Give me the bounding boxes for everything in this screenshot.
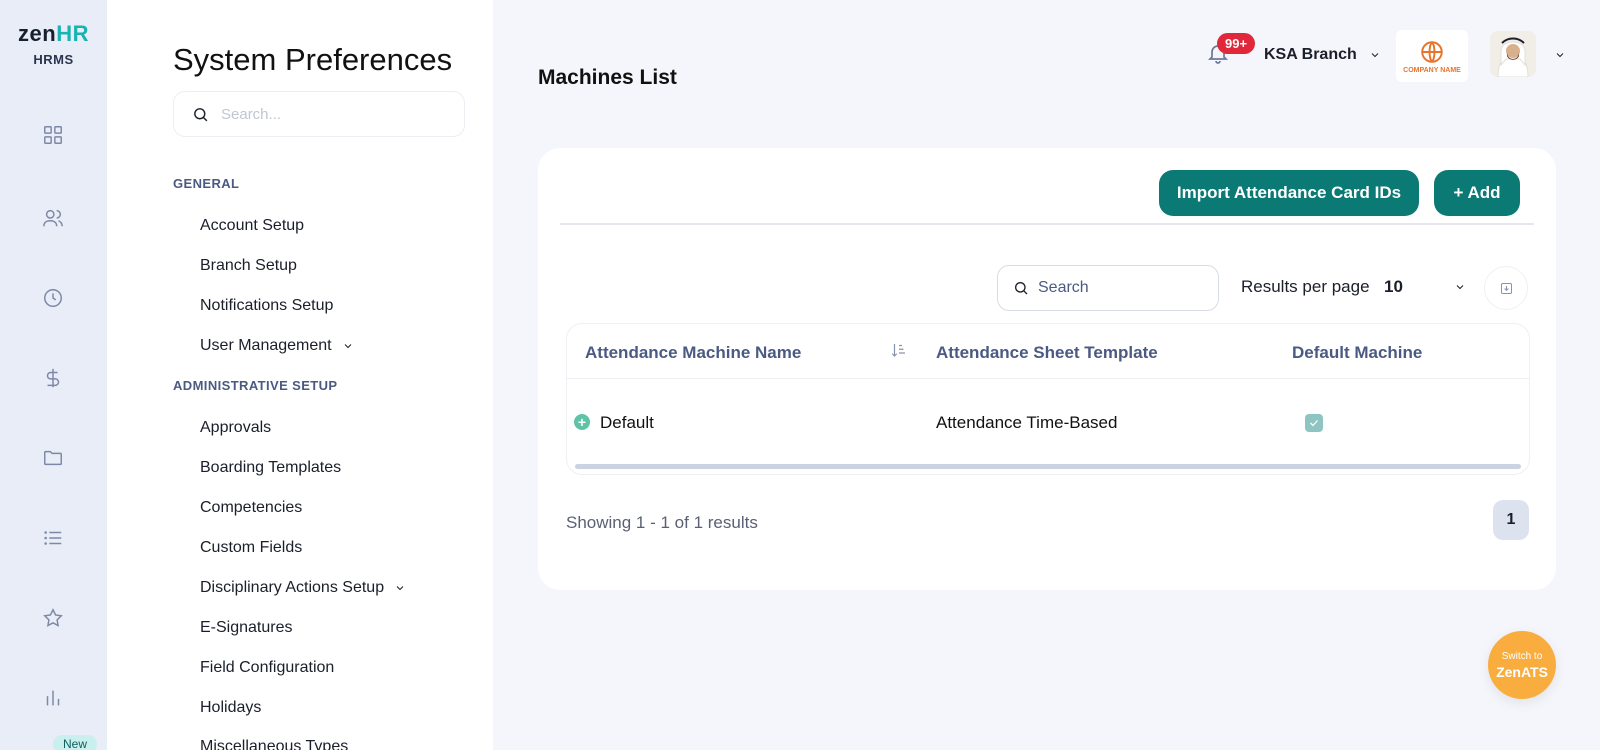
- notifications-badge: 99+: [1217, 33, 1256, 54]
- cell-sheet-template: Attendance Time-Based: [936, 413, 1118, 432]
- machines-table: Attendance Machine Name Attendance Sheet…: [566, 323, 1530, 475]
- results-per-page-value: 10: [1384, 277, 1403, 296]
- menu-item-label: Miscellaneous Types: [200, 738, 349, 750]
- export-button[interactable]: [1484, 266, 1528, 310]
- search-icon: [1015, 282, 1028, 295]
- menu-item-disciplinary-actions-setup[interactable]: Disciplinary Actions Setup: [200, 579, 406, 597]
- menu-item-notifications-setup[interactable]: Notifications Setup: [200, 297, 333, 315]
- menu-item-label: E-Signatures: [200, 619, 293, 636]
- zenats-line1: Switch to: [1501, 650, 1543, 662]
- chevron-down-icon: [1371, 53, 1379, 58]
- dollar-icon[interactable]: [41, 366, 65, 390]
- logo-brand-prefix: zen: [18, 21, 57, 46]
- section-label-general: GENERAL: [173, 176, 240, 191]
- menu-item-miscellaneous-types[interactable]: Miscellaneous Types: [200, 738, 348, 750]
- menu-item-label: Disciplinary Actions Setup: [200, 579, 385, 596]
- sort-icon[interactable]: [890, 341, 908, 364]
- zenats-line2: ZenATS: [1496, 663, 1548, 680]
- menu-item-label: Boarding Templates: [200, 459, 342, 476]
- menu-item-label: Field Configuration: [200, 659, 335, 676]
- chevron-down-icon: [344, 344, 351, 349]
- logo-brand-suffix: HR: [56, 21, 89, 46]
- profile-menu-toggle[interactable]: [1554, 48, 1566, 66]
- menu-item-user-management[interactable]: User Management: [200, 337, 354, 355]
- chevron-down-icon: [1556, 53, 1564, 58]
- company-logo-text: COMPANY NAME: [1403, 66, 1461, 74]
- results-per-page-select[interactable]: 10: [1384, 277, 1466, 297]
- menu-item-branch-setup[interactable]: Branch Setup: [200, 257, 297, 275]
- app-logo[interactable]: zenHR HRMS: [0, 21, 107, 68]
- people-icon[interactable]: [41, 206, 65, 230]
- column-header-sheet-template[interactable]: Attendance Sheet Template: [936, 343, 1158, 363]
- results-summary: Showing 1 - 1 of 1 results: [566, 513, 758, 532]
- menu-item-label: Account Setup: [200, 217, 305, 234]
- column-header-default-machine[interactable]: Default Machine: [1292, 343, 1422, 363]
- branch-label: KSA Branch: [1264, 46, 1357, 63]
- horizontal-scrollbar[interactable]: [575, 464, 1521, 469]
- menu-item-label: Branch Setup: [200, 257, 297, 274]
- divider: [560, 223, 1534, 225]
- list-icon[interactable]: [41, 526, 65, 550]
- menu-item-label: User Management: [200, 337, 332, 354]
- results-per-page-label: Results per page: [1241, 277, 1370, 296]
- folder-icon[interactable]: [41, 446, 65, 470]
- preferences-search[interactable]: [173, 91, 465, 137]
- machines-card: Import Attendance Card IDs + Add Results…: [538, 148, 1556, 590]
- table-search[interactable]: [997, 265, 1219, 311]
- preferences-title: System Preferences: [173, 42, 453, 77]
- app-rail: zenHR HRMS New: [0, 0, 107, 750]
- menu-item-label: Notifications Setup: [200, 297, 334, 314]
- menu-item-boarding-templates[interactable]: Boarding Templates: [200, 459, 341, 477]
- menu-item-account-setup[interactable]: Account Setup: [200, 217, 304, 235]
- star-icon[interactable]: [41, 606, 65, 630]
- search-icon: [194, 107, 208, 121]
- chevron-down-icon: [396, 586, 404, 591]
- menu-item-label: Custom Fields: [200, 539, 303, 556]
- preferences-search-input[interactable]: [221, 105, 441, 123]
- section-label-administrative-setup: ADMINISTRATIVE SETUP: [173, 378, 338, 393]
- page-button-1[interactable]: 1: [1493, 500, 1529, 540]
- preferences-panel: System Preferences GENERAL Account Setup…: [107, 0, 493, 750]
- check-icon: [1310, 420, 1318, 427]
- menu-item-holidays[interactable]: Holidays: [200, 699, 261, 717]
- company-logo: COMPANY NAME: [1396, 30, 1468, 82]
- header-divider: [567, 378, 1529, 379]
- import-attendance-card-ids-button[interactable]: Import Attendance Card IDs: [1159, 170, 1419, 216]
- menu-item-label: Holidays: [200, 699, 262, 716]
- avatar[interactable]: [1490, 31, 1536, 77]
- globe-icon: [1421, 40, 1443, 63]
- default-machine-checkbox[interactable]: [1305, 414, 1323, 432]
- menu-item-competencies[interactable]: Competencies: [200, 499, 302, 517]
- clock-icon[interactable]: [41, 286, 65, 310]
- expand-row-icon[interactable]: +: [574, 414, 590, 430]
- branch-selector[interactable]: KSA Branch: [1264, 46, 1381, 64]
- table-search-input[interactable]: [1038, 279, 1208, 297]
- page-title: Machines List: [538, 66, 677, 89]
- menu-item-custom-fields[interactable]: Custom Fields: [200, 539, 302, 557]
- add-button[interactable]: + Add: [1434, 170, 1520, 216]
- menu-item-field-configuration[interactable]: Field Configuration: [200, 659, 334, 677]
- chart-icon[interactable]: [41, 686, 65, 710]
- menu-item-approvals[interactable]: Approvals: [200, 419, 271, 437]
- cell-machine-name: Default: [600, 413, 654, 432]
- chevron-down-icon: [1456, 285, 1464, 290]
- download-icon: [1500, 282, 1512, 294]
- menu-item-e-signatures[interactable]: E-Signatures: [200, 619, 293, 637]
- menu-item-label: Competencies: [200, 499, 303, 516]
- dashboard-icon[interactable]: [41, 123, 65, 147]
- switch-to-zenats-button[interactable]: Switch to ZenATS: [1488, 631, 1556, 699]
- new-badge: New: [53, 735, 98, 750]
- column-header-machine-name[interactable]: Attendance Machine Name: [585, 343, 801, 363]
- logo-subtitle: HRMS: [33, 52, 74, 67]
- menu-item-label: Approvals: [200, 419, 272, 436]
